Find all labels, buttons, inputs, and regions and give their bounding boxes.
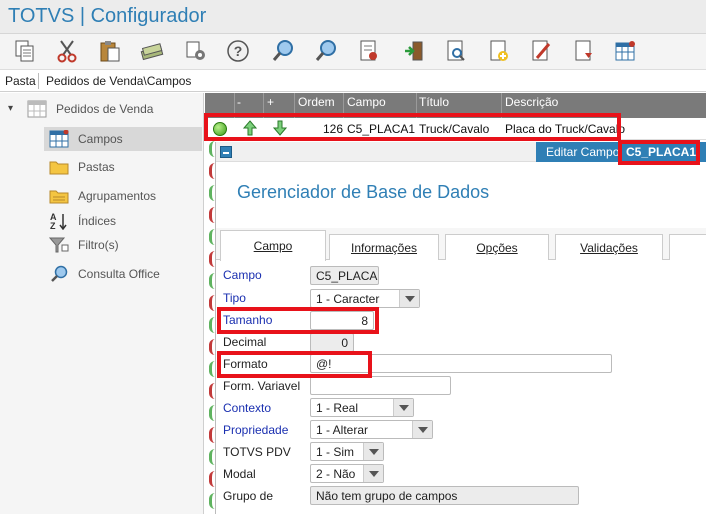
tab-campo[interactable]: Campo bbox=[220, 230, 326, 261]
col-header-descricao[interactable]: Descrição bbox=[505, 95, 558, 109]
tree-item-label: Consulta Office bbox=[78, 267, 160, 281]
path-bar: Pasta Pedidos de Venda\Campos bbox=[0, 70, 706, 92]
tree-root[interactable]: Pedidos de Venda bbox=[26, 97, 202, 121]
tree-item-campos[interactable]: Campos bbox=[44, 127, 202, 151]
grupo-de-field: Não tem grupo de campos bbox=[310, 486, 579, 505]
new-doc-icon[interactable] bbox=[486, 38, 512, 64]
chevron-down-icon[interactable] bbox=[363, 443, 383, 460]
totvs-pdv-value: 1 - Sim bbox=[316, 445, 355, 459]
label-propriedade: Propriedade bbox=[223, 423, 289, 437]
sort-az-icon: AZ bbox=[48, 211, 70, 231]
tab-opcoes[interactable]: Opções bbox=[445, 234, 549, 260]
propriedade-value: 1 - Alterar bbox=[316, 423, 369, 437]
col-header-campo[interactable]: Campo bbox=[347, 95, 386, 109]
toolbar: ? bbox=[0, 34, 706, 70]
tipo-select[interactable]: 1 - Caracter bbox=[310, 289, 420, 308]
chevron-down-icon[interactable] bbox=[363, 465, 383, 482]
chevron-down-icon[interactable] bbox=[399, 290, 419, 307]
delete-doc-icon[interactable] bbox=[571, 38, 597, 64]
paste-icon[interactable] bbox=[97, 38, 123, 64]
edit-doc-icon[interactable] bbox=[528, 38, 554, 64]
title-bar: TOTVS | Configurador bbox=[0, 0, 706, 34]
tree-panel: ▾ Pedidos de Venda Campos Pastas Agrupam… bbox=[0, 93, 204, 514]
settings-icon[interactable] bbox=[183, 38, 209, 64]
contexto-value: 1 - Real bbox=[316, 401, 359, 415]
table-icon[interactable] bbox=[612, 38, 638, 64]
tree-item-label: Agrupamentos bbox=[78, 189, 157, 203]
app-title: TOTVS | Configurador bbox=[8, 5, 207, 27]
folder-icon bbox=[48, 157, 70, 177]
exit-icon[interactable] bbox=[401, 38, 427, 64]
label-contexto: Contexto bbox=[223, 401, 272, 415]
tree-item-label: Índices bbox=[78, 214, 117, 228]
money-icon[interactable] bbox=[139, 38, 165, 64]
highlight-tamanho-box bbox=[217, 307, 379, 334]
search-icon bbox=[48, 264, 70, 284]
contexto-select[interactable]: 1 - Real bbox=[310, 398, 414, 417]
filter-icon bbox=[48, 235, 70, 255]
tree-item-agrupamentos[interactable]: Agrupamentos bbox=[48, 184, 202, 208]
table-icon bbox=[26, 99, 48, 119]
table-icon bbox=[48, 129, 70, 149]
campo-field: C5_PLACA1 bbox=[310, 266, 379, 285]
divider bbox=[38, 73, 39, 89]
document-icon[interactable] bbox=[356, 38, 382, 64]
zoom-icon[interactable] bbox=[270, 38, 296, 64]
modal-select[interactable]: 2 - Não bbox=[310, 464, 384, 483]
pasta-label: Pasta bbox=[5, 74, 36, 88]
tipo-value: 1 - Caracter bbox=[316, 292, 380, 306]
label-form-variavel: Form. Variavel bbox=[223, 379, 301, 393]
tree-item-indices[interactable]: AZ Índices bbox=[48, 209, 202, 233]
tree-item-pastas[interactable]: Pastas bbox=[48, 155, 202, 179]
tree-item-consulta-office[interactable]: Consulta Office bbox=[48, 262, 202, 286]
chevron-down-icon[interactable]: ▾ bbox=[8, 103, 13, 114]
svg-text:?: ? bbox=[234, 43, 243, 59]
totvs-pdv-select[interactable]: 1 - Sim bbox=[310, 442, 384, 461]
tree-item-filtros[interactable]: Filtro(s) bbox=[48, 233, 202, 257]
decimal-field: 0 bbox=[310, 333, 354, 352]
tab-informacoes[interactable]: Informações bbox=[329, 234, 439, 260]
tab-validacoes[interactable]: Validações bbox=[555, 234, 663, 260]
label-decimal: Decimal bbox=[223, 335, 267, 349]
highlight-row-box bbox=[204, 113, 621, 141]
col-header-ordem[interactable]: Ordem bbox=[298, 95, 335, 109]
label-totvs-pdv: TOTVS PDV bbox=[223, 445, 291, 459]
dialog-heading: Gerenciador de Base de Dados bbox=[237, 182, 490, 202]
tab-more[interactable] bbox=[669, 234, 706, 260]
label-modal: Modal bbox=[223, 467, 256, 481]
window-menu-icon[interactable] bbox=[220, 146, 232, 158]
tree-item-label: Campos bbox=[78, 132, 123, 146]
preview-icon[interactable] bbox=[443, 38, 469, 64]
col-header-titulo[interactable]: Título bbox=[419, 95, 449, 109]
chevron-down-icon[interactable] bbox=[412, 421, 432, 438]
col-header-plus[interactable]: + bbox=[267, 95, 274, 109]
chevron-down-icon[interactable] bbox=[393, 399, 413, 416]
highlight-formato-box bbox=[217, 351, 372, 378]
form-variavel-field[interactable] bbox=[310, 376, 451, 395]
propriedade-select[interactable]: 1 - Alterar bbox=[310, 420, 433, 439]
search-icon[interactable] bbox=[313, 38, 339, 64]
tree-item-label: Filtro(s) bbox=[78, 238, 119, 252]
copy-icon[interactable] bbox=[12, 38, 38, 64]
col-header-minus[interactable]: - bbox=[237, 95, 241, 109]
label-campo: Campo bbox=[223, 268, 262, 282]
highlight-field-name-box bbox=[618, 140, 700, 165]
svg-text:Z: Z bbox=[50, 221, 56, 230]
folder-group-icon bbox=[48, 186, 70, 206]
tree-item-label: Pastas bbox=[78, 160, 115, 174]
label-tipo: Tipo bbox=[223, 291, 246, 305]
help-icon[interactable]: ? bbox=[225, 38, 251, 64]
modal-value: 2 - Não bbox=[316, 467, 356, 481]
cut-icon[interactable] bbox=[54, 38, 80, 64]
tree-root-label: Pedidos de Venda bbox=[56, 102, 154, 116]
dialog-caption: Editar Campo bbox=[546, 145, 620, 159]
label-grupo-de: Grupo de bbox=[223, 489, 274, 503]
tab-bar: Campo Informações Opções Validações bbox=[216, 228, 706, 261]
breadcrumb: Pedidos de Venda\Campos bbox=[46, 74, 192, 88]
